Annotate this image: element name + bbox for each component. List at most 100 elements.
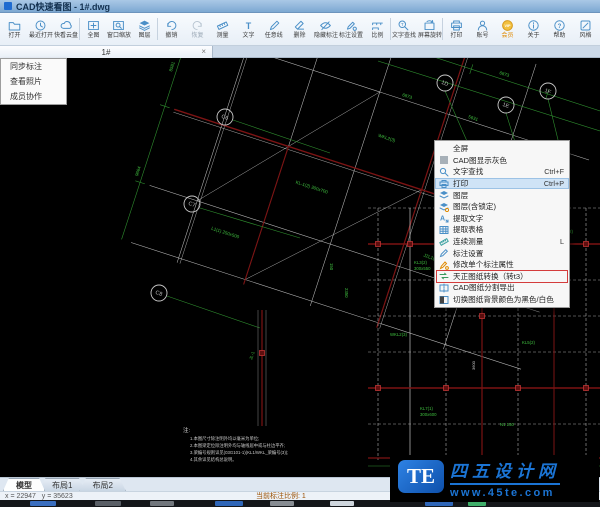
- watermark-site-name: 四五设计网: [450, 461, 560, 481]
- svg-text:T: T: [246, 20, 252, 30]
- svg-text:WKL2(3): WKL2(3): [378, 133, 397, 143]
- folder-icon: [9, 21, 21, 30]
- search-text-icon: T: [398, 20, 409, 30]
- cursor-coordinates: x = 22947 y = 35623: [5, 492, 73, 500]
- watermark-url: www.45te.com: [450, 486, 555, 499]
- svg-text:300x550: 300x550: [414, 266, 431, 271]
- free-line-button[interactable]: 任意线: [261, 14, 287, 44]
- watermark: TE 四五设计网 www.45te.com: [390, 455, 599, 502]
- svg-text:300x600: 300x600: [420, 412, 437, 417]
- pencil-icon: [269, 20, 279, 30]
- measure-button[interactable]: 测量: [210, 14, 236, 44]
- taskbar-thumbnail[interactable]: [150, 501, 174, 506]
- tab-layout1[interactable]: 布局1: [39, 478, 86, 491]
- taskbar-thumbnail[interactable]: [30, 501, 56, 506]
- context-menu-item-tianzheng-convert-t3[interactable]: 天正图纸转换（转t3）: [435, 269, 569, 283]
- split-export-icon: [439, 283, 449, 293]
- watermark-underline: [450, 482, 560, 485]
- svg-text:KL5(2): KL5(2): [522, 340, 535, 345]
- context-menu-item-toggle-background-color[interactable]: 切换图纸背景颜色为黑色/白色: [435, 294, 569, 306]
- open-button[interactable]: 打开: [2, 14, 28, 44]
- pencil-icon: [439, 248, 449, 258]
- svg-text:KL3(2): KL3(2): [414, 260, 427, 265]
- layers-button[interactable]: 图层: [132, 14, 158, 44]
- account-button[interactable]: 账号: [469, 14, 495, 44]
- recent-open-button[interactable]: 最近打开: [28, 14, 54, 44]
- redo-button[interactable]: 恢复: [184, 14, 210, 44]
- full-view-button[interactable]: 全图: [80, 14, 106, 44]
- undo-button[interactable]: 撤销: [158, 14, 184, 44]
- taskbar-thumbnail[interactable]: [215, 501, 243, 506]
- context-menu-item-full-screen[interactable]: 全屏: [435, 143, 569, 155]
- svg-text:WKL2(3): WKL2(3): [390, 332, 408, 337]
- text-search-button[interactable]: T 文字查找: [391, 14, 417, 44]
- taskbar-thumbnail[interactable]: [95, 501, 121, 506]
- delete-button[interactable]: 删除: [287, 14, 313, 44]
- search-icon: [439, 167, 449, 177]
- style-button[interactable]: 风格: [572, 14, 598, 44]
- eraser-icon: [295, 20, 305, 30]
- cloud-disk-button[interactable]: 快看云盘: [53, 14, 79, 44]
- context-menu-item-annotation-settings[interactable]: 标注设置: [435, 247, 569, 259]
- app-icon: [4, 2, 12, 10]
- tab-layout2[interactable]: 布局2: [79, 478, 126, 491]
- taskbar-thumbnail[interactable]: [270, 501, 294, 506]
- window-zoom-button[interactable]: 窗口缩放: [106, 14, 132, 44]
- taskbar-thumbnail[interactable]: [330, 501, 354, 506]
- context-menu-item-modify-annotation-property[interactable]: 修改单个标注属性: [435, 259, 569, 271]
- svg-text:8581: 8581: [168, 60, 176, 72]
- window-zoom-icon: [113, 20, 125, 30]
- layers-lock-icon: [439, 202, 450, 212]
- invert-colors-icon: [439, 295, 449, 305]
- sync-dropdown-menu: 同步标注 查看照片 成员协作: [0, 58, 67, 105]
- svg-text:6873: 6873: [402, 92, 414, 100]
- svg-text:C6: C6: [220, 114, 229, 122]
- scale-button[interactable]: 比例: [364, 14, 390, 44]
- svg-text:1E: 1E: [501, 102, 510, 110]
- tab-close-icon[interactable]: ×: [201, 47, 206, 57]
- help-button[interactable]: ? 帮助: [546, 14, 572, 44]
- layers-icon: [439, 190, 449, 200]
- svg-text:JL-1: JL-1: [248, 350, 256, 360]
- menu-item-member-collaboration[interactable]: 成员协作: [1, 89, 66, 104]
- document-tab[interactable]: 1# ×: [0, 46, 213, 58]
- rotate-icon: [424, 19, 435, 30]
- pencil-gear-icon: [346, 21, 357, 31]
- clock-icon: [35, 20, 46, 30]
- style-icon: [580, 20, 590, 30]
- svg-text:T: T: [401, 21, 404, 27]
- menu-item-view-photos[interactable]: 查看照片: [1, 74, 66, 89]
- svg-text:L1(1) 250x500: L1(1) 250x500: [211, 226, 241, 240]
- about-button[interactable]: 关于: [521, 14, 547, 44]
- svg-text:VIP: VIP: [505, 23, 512, 27]
- context-menu-item-print[interactable]: 打印 Ctrl+P: [435, 177, 569, 190]
- svg-text:2.本图梁定位除注明外均与轴线居中或与柱边平齐;: 2.本图梁定位除注明外均与轴线居中或与柱边平齐;: [190, 442, 285, 449]
- document-tab-bar: 1# ×: [0, 46, 600, 58]
- context-menu-item-cad-split-export[interactable]: CAD图纸分割导出: [435, 282, 569, 294]
- drawing-notes: 注: 1.本图尺寸除注明外均以毫米为单位; 2.本图梁定位除注明外均与轴线居中或…: [183, 426, 288, 463]
- context-menu-item-cad-gray-display[interactable]: CAD图显示灰色: [435, 155, 569, 167]
- cloud-icon: [60, 20, 72, 29]
- context-menu-item-layers-locked[interactable]: 图层(含锁定): [435, 201, 569, 213]
- context-menu-item-continuous-measure[interactable]: 连续测量 L: [435, 236, 569, 248]
- context-menu-item-text-search[interactable]: 文字查找 Ctrl+F: [435, 166, 569, 178]
- tab-model[interactable]: 模型: [3, 478, 45, 491]
- context-menu-item-extract-text[interactable]: A 提取文字: [435, 213, 569, 225]
- gray-square-icon: [439, 155, 449, 165]
- context-menu-item-extract-table[interactable]: 提取表格: [435, 224, 569, 236]
- text-button[interactable]: T 文字: [236, 14, 262, 44]
- annotation-settings-button[interactable]: 标注设置: [339, 14, 365, 44]
- printer-icon: [450, 20, 462, 30]
- hide-annotations-button[interactable]: 隐藏标注: [313, 14, 339, 44]
- screen-rotate-button[interactable]: 屏幕旋转: [417, 14, 443, 44]
- print-button[interactable]: 打印: [443, 14, 469, 44]
- convert-arrows-icon: [439, 271, 449, 281]
- context-menu-item-layers[interactable]: 图层: [435, 189, 569, 201]
- menu-item-sync-annotations[interactable]: 同步标注: [1, 59, 66, 74]
- main-toolbar: 打开 最近打开 快看云盘 全图 窗口缩放 图层 撤销 恢复 测量 T 文字 任意线…: [0, 13, 600, 46]
- ruler-icon: [217, 20, 229, 30]
- vip-button[interactable]: VIP 会员: [495, 14, 521, 44]
- title-bar: CAD快速看图 - 1#.dwg: [0, 0, 600, 13]
- svg-text:KL-1(2) 300x700: KL-1(2) 300x700: [295, 180, 329, 195]
- svg-text:注:: 注:: [183, 426, 191, 434]
